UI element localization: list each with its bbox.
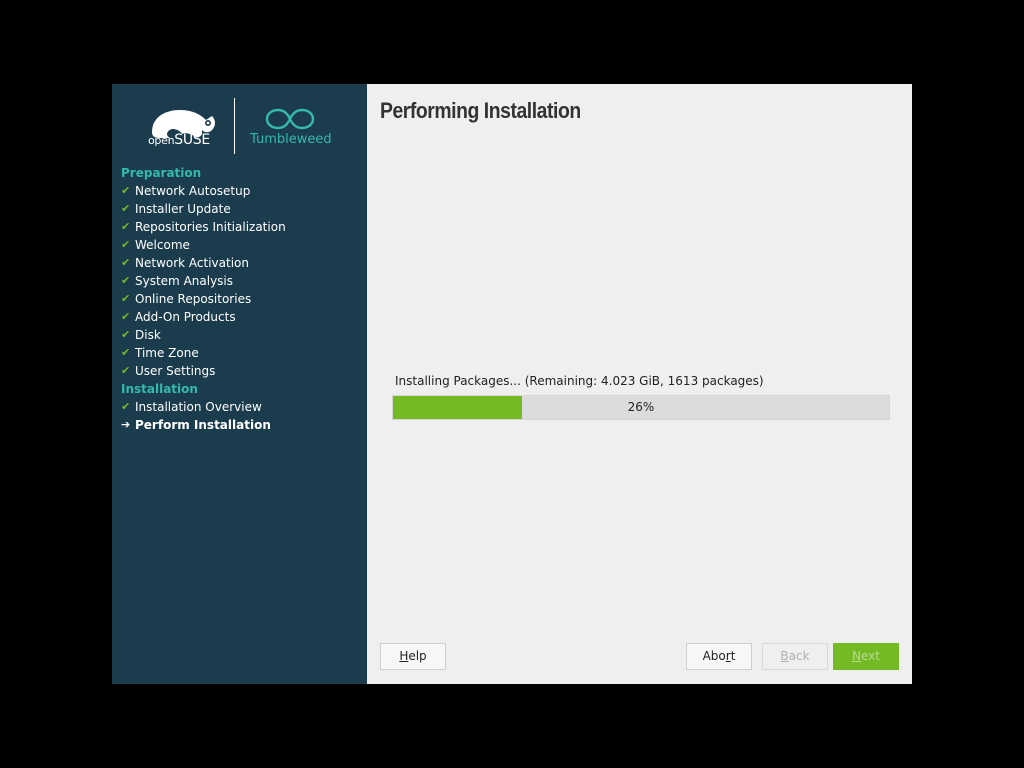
step-label: Online Repositories [135, 292, 252, 306]
step-item: ✔ Disk [121, 326, 361, 344]
next-button[interactable]: Next [833, 643, 899, 670]
page-title: Performing Installation [380, 98, 581, 123]
tumbleweed-wordmark: Tumbleweed [250, 132, 332, 147]
step-label: Welcome [135, 238, 190, 252]
checkmark-icon: ✔ [121, 274, 131, 287]
checkmark-icon: ✔ [121, 328, 131, 341]
step-item: ✔ Repositories Initialization [121, 218, 361, 236]
installation-steps: Preparation ✔ Network Autosetup ✔ Installer … [121, 164, 361, 434]
step-label: User Settings [135, 364, 216, 378]
step-label: Installation Overview [135, 400, 262, 414]
progress-percent-text: 26% [627, 400, 655, 414]
step-label: Network Autosetup [135, 184, 251, 198]
step-item: ✔ Welcome [121, 236, 361, 254]
step-item: ✔ Installation Overview [121, 398, 361, 416]
step-item: ✔ Time Zone [121, 344, 361, 362]
installer-window: openSUSE Tumbleweed Preparation ✔ Network … [112, 84, 912, 684]
current-arrow-icon: ➔ [121, 418, 131, 431]
checkmark-icon: ✔ [121, 346, 131, 359]
help-button[interactable]: Help [380, 643, 446, 670]
step-item: ✔ Network Activation [121, 254, 361, 272]
step-label: System Analysis [135, 274, 234, 288]
step-item: ✔ Installer Update [121, 200, 361, 218]
checkmark-icon: ✔ [121, 292, 131, 305]
sidebar: openSUSE Tumbleweed Preparation ✔ Network … [112, 84, 367, 684]
step-label: Add-On Products [135, 310, 236, 324]
step-item: ✔ Online Repositories [121, 290, 361, 308]
step-label: Perform Installation [135, 418, 271, 432]
back-label-post: ack [788, 649, 810, 663]
section-heading-preparation: Preparation [121, 166, 202, 180]
checkmark-icon: ✔ [121, 310, 131, 323]
help-label-post: elp [408, 649, 427, 663]
checkmark-icon: ✔ [121, 364, 131, 377]
step-item: ✔ Network Autosetup [121, 182, 361, 200]
logo-divider [234, 98, 235, 154]
help-label-accel: H [399, 649, 409, 663]
back-button[interactable]: Back [762, 643, 828, 670]
opensuse-wordmark: openSUSE [148, 132, 210, 148]
checkmark-icon: ✔ [121, 220, 131, 233]
logo-area: openSUSE Tumbleweed [112, 96, 367, 158]
checkmark-icon: ✔ [121, 238, 131, 251]
progress-label: Installing Packages... (Remaining: 4.023… [395, 374, 764, 388]
step-label: Network Activation [135, 256, 249, 270]
checkmark-icon: ✔ [121, 202, 131, 215]
step-item: ➔ Perform Installation [121, 416, 361, 434]
abort-label-post: t [730, 649, 736, 663]
step-label: Installer Update [135, 202, 231, 216]
checkmark-icon: ✔ [121, 400, 131, 413]
tumbleweed-infinity-logo [265, 108, 315, 130]
next-label-accel: N [852, 649, 861, 663]
step-item: ✔ System Analysis [121, 272, 361, 290]
checkmark-icon: ✔ [121, 184, 131, 197]
step-label: Disk [135, 328, 161, 342]
step-item: ✔ User Settings [121, 362, 361, 380]
checkmark-icon: ✔ [121, 256, 131, 269]
progress-bar: 26% [392, 395, 890, 420]
step-item: ✔ Add-On Products [121, 308, 361, 326]
abort-button[interactable]: Abort [686, 643, 752, 670]
next-label-post: ext [861, 649, 880, 663]
step-label: Time Zone [135, 346, 199, 360]
abort-label-pre: Abo [702, 649, 726, 663]
step-label: Repositories Initialization [135, 220, 286, 234]
section-heading-installation: Installation [121, 382, 198, 396]
main-content: Performing Installation Installing Packa… [367, 84, 912, 684]
back-label-accel: B [780, 649, 789, 663]
